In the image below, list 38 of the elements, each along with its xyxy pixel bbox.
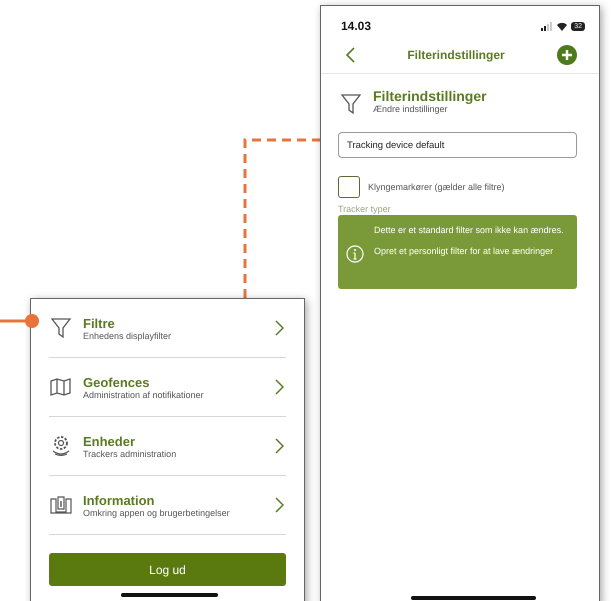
- menu-item[interactable]: Enheder Trackers administration: [49, 417, 286, 476]
- chevron-right-icon: [275, 379, 284, 395]
- menu-item-subtitle: Administration af notifikationer: [83, 390, 205, 400]
- notice-text: Dette er et standard filter som ikke kan ændres.: [374, 225, 564, 236]
- menu-item-subtitle: Enhedens displayfilter: [83, 330, 172, 340]
- menu-item-title: Geofences: [83, 374, 150, 390]
- header-subtitle: Ændre indstillinger: [373, 104, 449, 114]
- filter-icon: [341, 93, 361, 115]
- filter-name-field[interactable]: Tracking device default: [338, 132, 577, 158]
- checkbox-label: Klyngemarkører (gælder alle filtre): [368, 182, 505, 192]
- add-icon[interactable]: [557, 45, 577, 65]
- chevron-right-icon: [275, 320, 284, 336]
- header-title: Filterindstillinger: [373, 88, 487, 104]
- signal-icon: [541, 22, 554, 30]
- book-info-icon: [50, 495, 72, 515]
- menu-item-title: Information: [83, 492, 156, 508]
- info-icon: [346, 245, 364, 263]
- menu-item-title: Enheder: [83, 434, 136, 448]
- wifi-icon: [556, 22, 568, 30]
- chevron-right-icon: [275, 438, 284, 454]
- notice-text: Opret et personligt filter for at lave ændringer: [374, 246, 554, 258]
- pointer-line-with-dot: [0, 313, 40, 329]
- map-icon: [50, 377, 72, 397]
- menu-item[interactable]: Information Omkring appen og brugerbetingelser: [49, 476, 286, 535]
- chevron-right-icon: [275, 497, 284, 513]
- filter-icon: [51, 317, 71, 339]
- menu-item[interactable]: Filtre Enhedens displayfilter: [49, 299, 286, 358]
- nav-title: Filterindstillinger: [407, 48, 505, 62]
- menu-item[interactable]: Geofences Administration af notifikationer: [49, 358, 286, 417]
- back-icon[interactable]: [345, 47, 355, 63]
- gear-icon: [51, 435, 71, 457]
- checkbox[interactable]: [338, 176, 360, 198]
- menu-item-title: Filtre: [83, 316, 116, 330]
- menu-item-subtitle: Trackers administration: [83, 448, 178, 458]
- section-label: Tracker typer: [338, 204, 392, 215]
- menu-item-subtitle: Omkring appen og brugerbetingelser: [83, 508, 231, 518]
- logout-button[interactable]: Log ud: [49, 553, 286, 586]
- status-time: 14.03: [341, 19, 372, 33]
